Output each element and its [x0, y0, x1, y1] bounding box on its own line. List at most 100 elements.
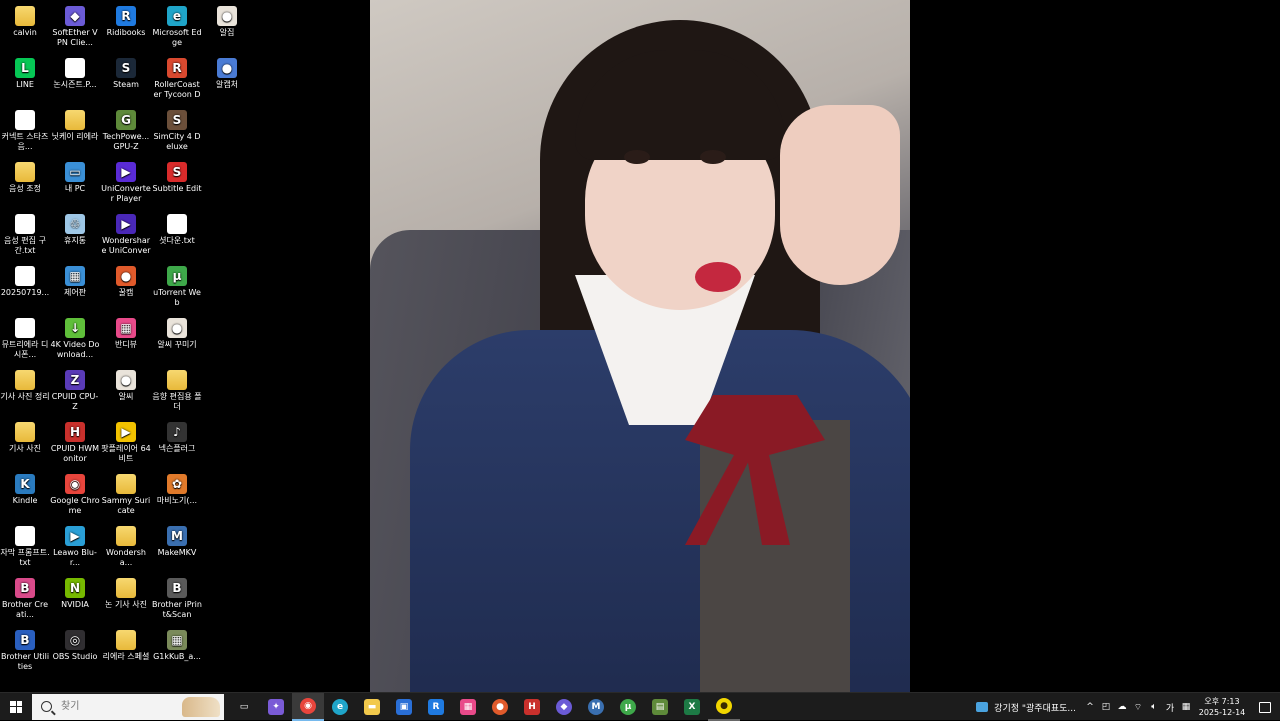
app-icon: ✿ [167, 474, 187, 494]
desktop-icon[interactable]: ▶ UniConverter Player [101, 162, 151, 204]
desktop-icon[interactable]: B Brother Creati... [0, 578, 50, 620]
desktop-icon[interactable]: ✿ 마비노기(... [152, 474, 202, 506]
ime-indicator[interactable]: 가 [1162, 701, 1178, 714]
desktop-icon[interactable]: R Ridibooks [101, 6, 151, 38]
desktop-icon[interactable]: 리에라 스페셜 [101, 630, 151, 662]
desktop-icon[interactable]: ● 알씨 [101, 370, 151, 402]
desktop-icon[interactable]: ♪ 넥슨플러그 [152, 422, 202, 454]
desktop-icon[interactable]: ↓ 4K Video Download... [50, 318, 100, 360]
search-input[interactable] [59, 700, 193, 713]
desktop-icon[interactable]: ▦ 반디뷰 [101, 318, 151, 350]
desktop-icon[interactable]: 논시즌트.P... [50, 58, 100, 90]
desktop-icon[interactable]: ▶ Leawo Blu-r... [50, 526, 100, 568]
onedrive-cloud-icon[interactable]: ☁ [1114, 702, 1130, 712]
desktop-icon[interactable]: Sammy Suricate [101, 474, 151, 516]
clock[interactable]: 오후 7:13 2025-12-14 [1194, 696, 1250, 718]
ime-mode-icon[interactable]: ▦ [1178, 702, 1194, 712]
desktop-icon[interactable]: ▭ 내 PC [50, 162, 100, 194]
taskbar-app-notepad[interactable]: ▤ [644, 693, 676, 721]
desktop-icon[interactable]: ▶ 팟플레이어 64 비트 [101, 422, 151, 464]
app-icon: ▦ [116, 318, 136, 338]
desktop-icon[interactable]: 기사 사진 정리 [0, 370, 50, 402]
desktop-icon[interactable]: calvin [0, 6, 50, 38]
desktop-icon[interactable]: M MakeMKV [152, 526, 202, 558]
taskbar-app-softether[interactable]: ◆ [548, 693, 580, 721]
softether-icon: ◆ [556, 698, 572, 715]
show-hidden-icons-chevron-icon[interactable]: ^ [1082, 702, 1098, 712]
tray-app-icon[interactable]: ◰ [1098, 702, 1114, 712]
desktop-icon[interactable]: L LINE [0, 58, 50, 90]
desktop-icon[interactable]: ● 알캡처 [202, 58, 252, 90]
desktop-icon[interactable]: μ uTorrent Web [152, 266, 202, 308]
desktop-icon[interactable]: 자막 프롬프트.txt [0, 526, 50, 568]
desktop-icon[interactable]: S Subtitle Edit [152, 162, 202, 194]
start-button[interactable] [0, 693, 32, 721]
desktop-icon[interactable]: 음성 편집 구간.txt [0, 214, 50, 256]
desktop-icon[interactable]: 닛케이 리에라 [50, 110, 100, 142]
desktop-icon[interactable]: Z CPUID CPU-Z [50, 370, 100, 412]
desktop-icon[interactable]: 기사 사진 [0, 422, 50, 454]
desktop-icon[interactable]: ◎ OBS Studio [50, 630, 100, 662]
taskbar-app-copilot[interactable]: ✦ [260, 693, 292, 721]
desktop-icon[interactable]: e Microsoft Edge [152, 6, 202, 48]
taskbar-app-kkulcam[interactable]: ● [484, 693, 516, 721]
notification-center-button[interactable] [1250, 693, 1280, 721]
volume-icon[interactable]: 🔈︎ [1146, 702, 1162, 712]
app-icon: S [167, 162, 187, 182]
taskbar-app-store[interactable]: ▣ [388, 693, 420, 721]
taskbar-app-hwmonitor[interactable]: H [516, 693, 548, 721]
desktop-icon[interactable]: 음향 편집용 폴더 [152, 370, 202, 412]
app-icon: B [167, 578, 187, 598]
desktop-icon[interactable]: 20250719... [0, 266, 50, 298]
file-icon [15, 110, 35, 130]
desktop-icon[interactable]: 음성 조정 [0, 162, 50, 194]
desktop-icon[interactable]: ◆ SoftEther VPN Clie... [50, 6, 100, 48]
taskbar-search-box[interactable] [32, 693, 224, 720]
desktop-icon[interactable]: S SimCity 4 Deluxe [152, 110, 202, 152]
taskbar-app-utorrent[interactable]: μ [612, 693, 644, 721]
desktop-icon-label: SoftEther VPN Clie... [52, 28, 98, 47]
folder-icon [167, 370, 187, 390]
desktop-icon[interactable]: R RollerCoaster Tycoon Del... [152, 58, 202, 100]
desktop-icon[interactable]: B Brother iPrint&Scan [152, 578, 202, 620]
taskbar-app-ridibooks[interactable]: R [420, 693, 452, 721]
network-icon[interactable]: ⌔ [1130, 702, 1146, 713]
taskbar-app-chrome[interactable]: ◉ [292, 692, 324, 721]
file-icon [15, 214, 35, 234]
desktop-icon-label: Wondershare UniConvert... [101, 236, 151, 255]
desktop-icon[interactable]: 논 기사 사진 [101, 578, 151, 610]
desktop-icon[interactable]: Wondersha... [101, 526, 151, 568]
folder-icon [65, 110, 85, 130]
news-widget[interactable]: 강기정 "광주대표도... [970, 693, 1082, 721]
desktop-icon[interactable]: N NVIDIA [50, 578, 100, 610]
desktop-icon[interactable]: 뮤트리에라 디시폰... [0, 318, 50, 360]
desktop-icon[interactable]: K Kindle [0, 474, 50, 506]
news-icon [976, 702, 989, 712]
desktop-icon[interactable]: ♲ 휴지통 [50, 214, 100, 246]
desktop-icon[interactable]: ▶ Wondershare UniConvert... [101, 214, 151, 256]
taskbar-app-excel[interactable]: X [676, 693, 708, 721]
desktop-icon[interactable]: S Steam [101, 58, 151, 90]
desktop-icon-label: 커넥트 스타즈 음... [1, 132, 49, 151]
desktop-icon[interactable]: H CPUID HWMonitor [50, 422, 100, 464]
app-icon: ♪ [167, 422, 187, 442]
desktop-icon[interactable]: ● 알집 [202, 6, 252, 38]
windows-logo-icon [10, 700, 22, 713]
taskbar-app-edge[interactable]: e [324, 693, 356, 721]
taskbar-app-task-view[interactable]: ▭ [228, 693, 260, 721]
desktop-icon[interactable]: G TechPowe... GPU-Z [101, 110, 151, 152]
desktop-icon[interactable]: ◉ Google Chrome [50, 474, 100, 516]
desktop-icon[interactable]: ● 알씨 꾸미기 [152, 318, 202, 350]
desktop-icon[interactable]: ▦ G1kKuB_a... [152, 630, 202, 662]
desktop-icon[interactable]: ▦ 제어판 [50, 266, 100, 298]
taskbar-app-file-explorer[interactable]: ▬ [356, 693, 388, 721]
desktop-icon[interactable]: 커넥트 스타즈 음... [0, 110, 50, 152]
desktop-icon[interactable]: 셧다운.txt [152, 214, 202, 246]
taskbar-app-kakaotalk[interactable]: ● [708, 693, 740, 721]
desktop-icon-label: 셧다운.txt [159, 236, 195, 245]
desktop-icon-label: 음성 편집 구간.txt [4, 236, 46, 255]
desktop-icon[interactable]: B Brother Utilities [0, 630, 50, 672]
desktop-icon[interactable]: ● 꿀캠 [101, 266, 151, 298]
taskbar-app-bandiview[interactable]: ▦ [452, 693, 484, 721]
taskbar-app-makemkv[interactable]: M [580, 693, 612, 721]
